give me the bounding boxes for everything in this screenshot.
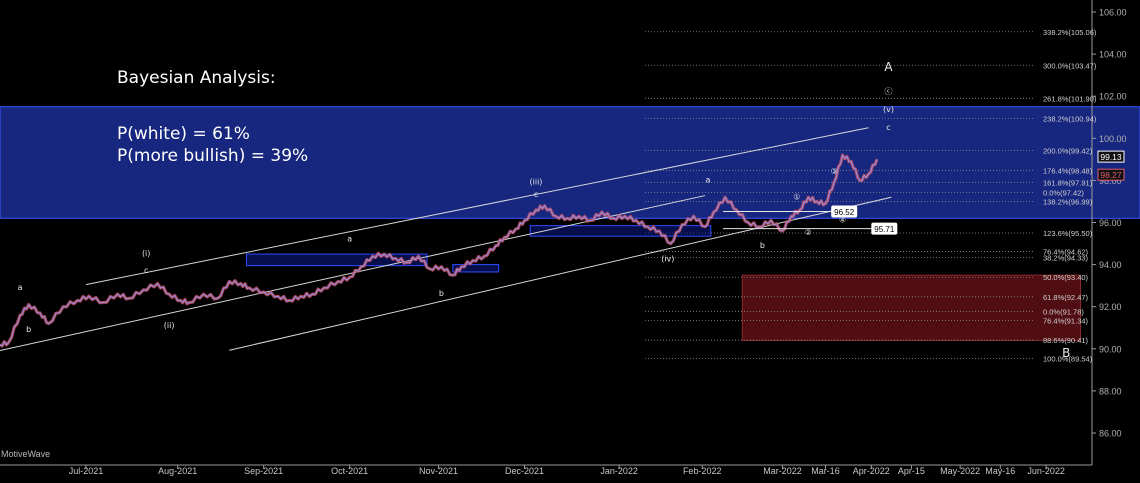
level-tag-label: 95.71	[874, 225, 895, 234]
y-tick-label: 88.00	[1099, 386, 1122, 396]
y-tick-label: 104.00	[1099, 50, 1127, 60]
wave-label: A	[884, 60, 893, 74]
fib-label: 50.0%(93.40)	[1043, 273, 1089, 282]
wave-label: (v)	[883, 105, 894, 114]
y-tick-label: 100.00	[1099, 134, 1127, 144]
x-tick-label: Sep-2021	[244, 466, 283, 476]
fib-label: 300.0%(103.47)	[1043, 61, 1097, 70]
fib-label: 238.2%(100.94)	[1043, 115, 1097, 124]
x-tick-label: Jan-2022	[600, 466, 638, 476]
x-tick-label: Jun-2022	[1027, 466, 1065, 476]
fib-label: 161.8%(97.91)	[1043, 178, 1093, 187]
wave-label: ⓒ	[885, 87, 893, 96]
x-tick-label: May-2022	[940, 466, 980, 476]
probability-more-bullish: P(more bullish) = 39%	[117, 146, 309, 166]
wave-label: ①	[793, 192, 800, 201]
x-tick-label: Dec-2021	[505, 466, 544, 476]
wave-label: b	[26, 325, 31, 334]
probability-white: P(white) = 61%	[117, 124, 250, 144]
fib-label: 100.0%(89.54)	[1043, 354, 1093, 363]
y-tick-label: 106.00	[1099, 8, 1127, 18]
fib-label: 123.6%(95.50)	[1043, 229, 1093, 238]
wave-label: ②	[805, 228, 812, 237]
fib-label: 76.4%(91.34)	[1043, 317, 1089, 326]
watermark: MotiveWave	[1, 449, 51, 459]
wave-label: c	[144, 266, 148, 275]
wave-label: ③	[830, 167, 837, 176]
wave-label: (iii)	[530, 178, 543, 187]
fib-label: 38.2%(94.33)	[1043, 254, 1089, 263]
wave-label: c	[886, 123, 890, 132]
x-tick-label: Apr-2022	[853, 466, 890, 476]
fib-label: 200.0%(99.42)	[1043, 147, 1093, 156]
red-target-zone	[741, 274, 1082, 341]
wave-label: a	[347, 234, 352, 243]
x-tick-label: Mar-16	[811, 466, 840, 476]
wave-label: b	[760, 241, 765, 250]
fib-label: 138.2%(96.99)	[1043, 198, 1093, 207]
y-tick-label: 86.00	[1099, 429, 1122, 439]
y-tick-label: 92.00	[1099, 302, 1122, 312]
x-tick-label: Feb-2022	[683, 466, 722, 476]
wave-label: a	[705, 176, 710, 185]
x-tick-label: Apr-15	[898, 466, 925, 476]
price-label: 98.27	[1100, 170, 1122, 180]
fib-label: 61.8%(92.47)	[1043, 293, 1089, 302]
fib-label: 88.6%(90.41)	[1043, 336, 1089, 345]
fib-label: 338.2%(105.06)	[1043, 28, 1097, 37]
y-tick-label: 90.00	[1099, 344, 1122, 354]
x-tick-label: May-16	[985, 466, 1015, 476]
wave-label: c	[534, 190, 538, 199]
fib-label: 261.8%(101.90)	[1043, 94, 1097, 103]
price-label: 99.13	[1100, 152, 1122, 162]
x-tick-label: Aug-2021	[158, 466, 197, 476]
wave-label: ④	[839, 216, 846, 225]
analysis-title: Bayesian Analysis:	[117, 68, 276, 88]
x-tick-label: Nov-2021	[419, 466, 458, 476]
fib-label: 0.0%(97.42)	[1043, 189, 1084, 198]
blue-box	[529, 225, 712, 237]
y-tick-label: 96.00	[1099, 218, 1122, 228]
y-tick-label: 102.00	[1099, 92, 1127, 102]
wave-label: b	[439, 289, 444, 298]
x-tick-label: Jul-2021	[69, 466, 104, 476]
fib-label: 0.0%(91.78)	[1043, 307, 1084, 316]
wave-label: (ii)	[164, 321, 175, 330]
wave-label: (i)	[142, 249, 150, 258]
x-tick-label: Mar-2022	[763, 466, 802, 476]
x-tick-label: Oct-2021	[331, 466, 368, 476]
fib-label: 176.4%(98.48)	[1043, 166, 1093, 175]
y-tick-label: 94.00	[1099, 260, 1122, 270]
wave-label: a	[18, 283, 23, 292]
wave-label: (iv)	[661, 254, 674, 263]
